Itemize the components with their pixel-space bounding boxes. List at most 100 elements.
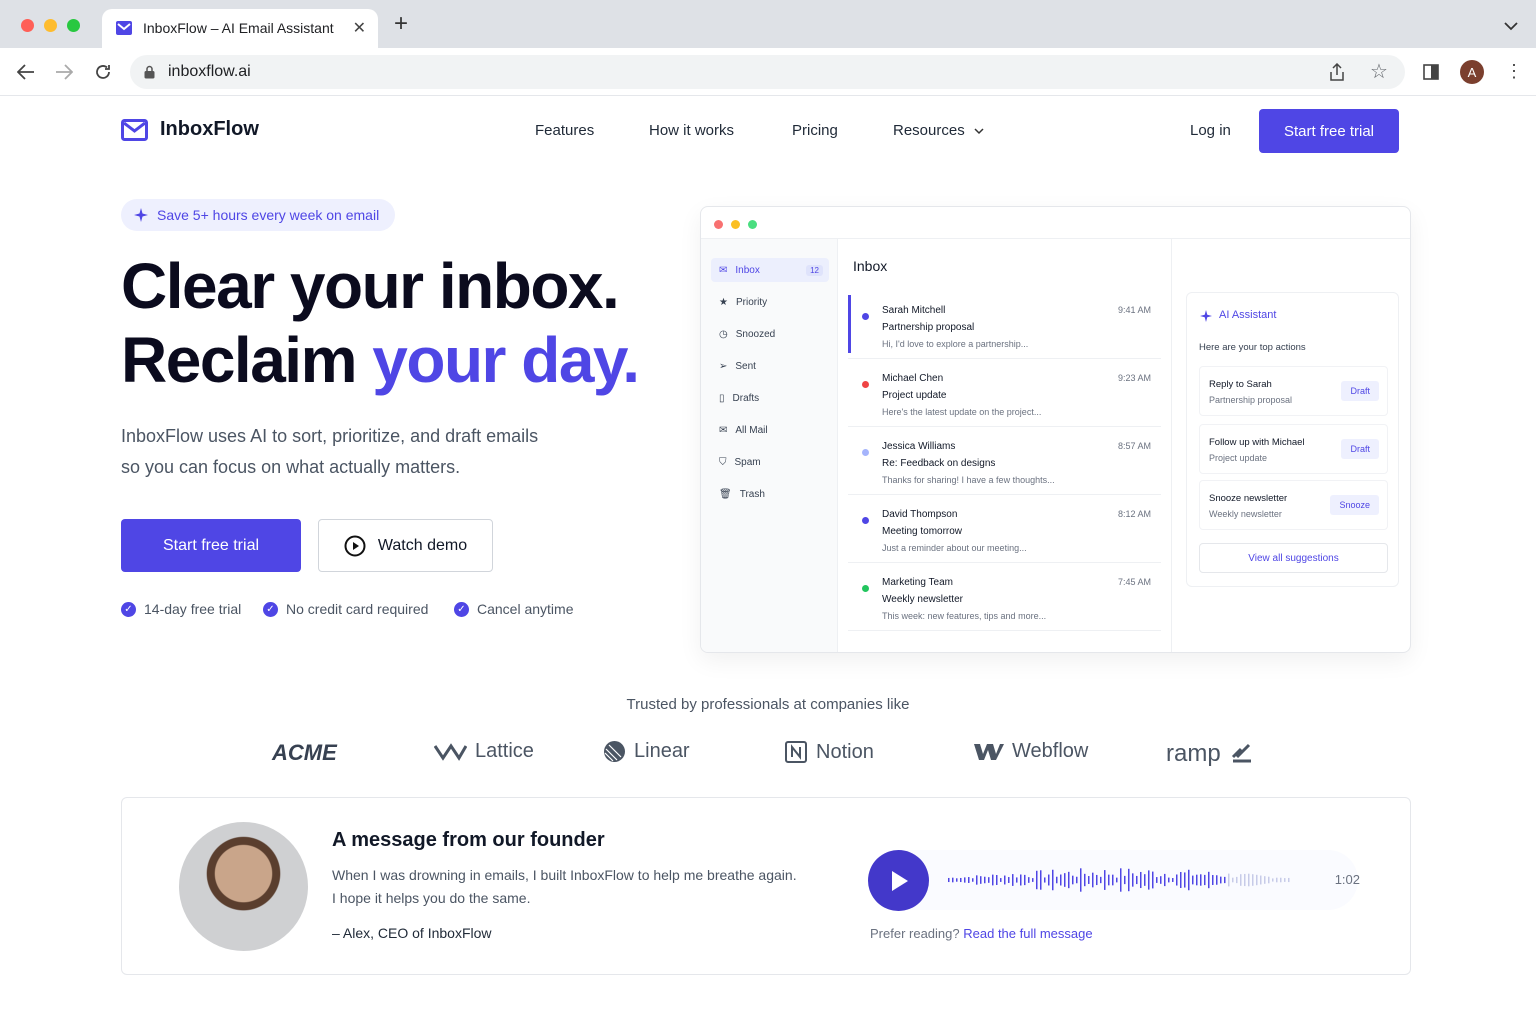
- suggestion-action-button[interactable]: Snooze: [1330, 495, 1379, 515]
- email-row[interactable]: Michael Chen Project update Here's the l…: [848, 361, 1161, 427]
- waveform-bar: [1172, 878, 1174, 882]
- sidebar-item-drafts[interactable]: ▯ Drafts: [711, 386, 829, 410]
- waveform-bar: [1064, 873, 1066, 887]
- bookmark-star-icon[interactable]: ☆: [1370, 62, 1388, 82]
- nav-start-trial-button[interactable]: Start free trial: [1259, 109, 1399, 153]
- read-full-message-link[interactable]: Read the full message: [963, 926, 1092, 941]
- hero-title-line1: Clear your inbox.: [121, 250, 620, 322]
- email-subject: Weekly newsletter: [882, 594, 963, 605]
- sidebar-item-label: Trash: [739, 488, 765, 500]
- profile-avatar[interactable]: A: [1460, 60, 1484, 84]
- maximize-window-button[interactable]: [67, 19, 80, 32]
- founder-card: A message from our founder When I was dr…: [121, 797, 1411, 975]
- audio-waveform[interactable]: [948, 866, 1293, 894]
- waveform-bar: [1280, 877, 1282, 883]
- suggestion-action-button[interactable]: Draft: [1341, 439, 1379, 459]
- prefer-reading: Prefer reading? Read the full message: [870, 926, 1093, 941]
- nav-pricing[interactable]: Pricing: [792, 122, 838, 139]
- watch-demo-button[interactable]: Watch demo: [318, 519, 493, 572]
- sidebar-item-priority[interactable]: ★ Priority: [711, 290, 829, 314]
- chevron-down-icon[interactable]: [974, 128, 984, 135]
- waveform-bar: [1076, 876, 1078, 884]
- sidebar-item-snoozed[interactable]: ◷ Snoozed: [711, 322, 829, 346]
- suggestion-action-button[interactable]: Draft: [1341, 381, 1379, 401]
- new-tab-button[interactable]: +: [394, 12, 408, 36]
- waveform-bar: [968, 877, 970, 883]
- login-link[interactable]: Log in: [1190, 122, 1231, 139]
- hero-subtitle-line1: InboxFlow uses AI to sort, prioritize, a…: [121, 426, 539, 446]
- waveform-bar: [1072, 875, 1074, 885]
- nav-how-it-works[interactable]: How it works: [649, 122, 734, 139]
- hero-start-trial-button[interactable]: Start free trial: [121, 519, 301, 572]
- browser-tab[interactable]: InboxFlow – AI Email Assistant ✕: [102, 9, 378, 48]
- waveform-bar: [1132, 873, 1134, 887]
- view-all-suggestions-button[interactable]: View all suggestions: [1199, 543, 1388, 573]
- minimize-window-button[interactable]: [44, 19, 57, 32]
- check-icon: ✓: [263, 601, 278, 617]
- waveform-bar: [1040, 870, 1042, 890]
- hero-pill: Save 5+ hours every week on email: [121, 199, 395, 231]
- suggestion-card[interactable]: Reply to Sarah Partnership proposal Draf…: [1199, 366, 1388, 416]
- waveform-bar: [1004, 875, 1006, 885]
- waveform-bar: [1044, 877, 1046, 883]
- brand-logo[interactable]: InboxFlow: [121, 118, 259, 141]
- waveform-bar: [1184, 872, 1186, 888]
- forward-icon[interactable]: [55, 64, 73, 80]
- waveform-bar: [964, 877, 966, 883]
- status-dot: [862, 313, 869, 320]
- waveform-bar: [948, 877, 950, 883]
- email-subject: Re: Feedback on designs: [882, 458, 996, 469]
- sidebar-item-spam[interactable]: ⛉ Spam: [711, 450, 829, 474]
- mail-icon: [116, 21, 132, 35]
- waveform-bar: [1236, 876, 1238, 884]
- waveform-bar: [1036, 870, 1038, 890]
- waveform-bar: [1240, 874, 1242, 886]
- check-icon: ✓: [454, 601, 469, 617]
- url-bar[interactable]: inboxflow.ai ☆: [130, 55, 1405, 89]
- play-button[interactable]: [868, 850, 929, 911]
- benefit-text: 14-day free trial: [144, 601, 242, 617]
- email-row[interactable]: David Thompson Meeting tomorrow Just a r…: [848, 497, 1161, 563]
- close-tab-icon[interactable]: ✕: [353, 18, 366, 38]
- waveform-bar: [1200, 874, 1202, 886]
- waveform-bar: [1092, 872, 1094, 888]
- close-window-button[interactable]: [21, 19, 34, 32]
- url-text: inboxflow.ai: [168, 63, 251, 80]
- sidebar-item-inbox[interactable]: ✉ Inbox 12: [711, 258, 829, 282]
- back-icon[interactable]: [17, 64, 35, 80]
- nav-resources[interactable]: Resources: [893, 122, 965, 139]
- email-time: 7:45 AM: [1117, 577, 1151, 587]
- email-row[interactable]: Jessica Williams Re: Feedback on designs…: [848, 429, 1161, 495]
- sidebar-item-trash[interactable]: 🗑 Trash: [711, 482, 829, 506]
- tab-search-icon[interactable]: [1504, 22, 1518, 31]
- share-icon[interactable]: [1329, 63, 1345, 81]
- sidebar-item-label: Sent: [735, 360, 756, 372]
- waveform-bar: [1164, 873, 1166, 887]
- nav-features[interactable]: Features: [535, 122, 594, 139]
- more-menu-icon[interactable]: ⋮: [1505, 62, 1523, 80]
- notion-icon: [785, 741, 807, 763]
- side-panel-icon[interactable]: [1423, 64, 1439, 80]
- waveform-bar: [1032, 878, 1034, 882]
- sidebar-item-all-mail[interactable]: ✉ All Mail: [711, 418, 829, 442]
- waveform-bar: [1140, 871, 1142, 889]
- waveform-bar: [1272, 878, 1274, 882]
- sidebar-item-sent[interactable]: ➢ Sent: [711, 354, 829, 378]
- suggestion-card[interactable]: Follow up with Michael Project update Dr…: [1199, 424, 1388, 474]
- suggestion-card[interactable]: Snooze newsletter Weekly newsletter Snoo…: [1199, 480, 1388, 530]
- linear-wordmark: Linear: [634, 740, 690, 762]
- waveform-bar: [1052, 869, 1054, 891]
- email-row[interactable]: Marketing Team Weekly newsletter This we…: [848, 565, 1161, 631]
- mockup-dot: [748, 220, 757, 229]
- email-subject: Project update: [882, 390, 947, 401]
- email-subject: Meeting tomorrow: [882, 526, 963, 537]
- mail-icon: ✉: [719, 424, 728, 436]
- mockup-sidebar: ✉ Inbox 12 ★ Priority ◷ Snoozed ➢ Sent ▯ Draft…: [701, 239, 838, 652]
- benefit-item: ✓ 14-day free trial: [121, 601, 241, 617]
- webflow-icon: [974, 743, 1004, 760]
- waveform-bar: [1116, 877, 1118, 883]
- reload-icon[interactable]: [94, 63, 112, 81]
- waveform-bar: [1192, 875, 1194, 885]
- waveform-bar: [1060, 874, 1062, 886]
- email-row[interactable]: Sarah Mitchell Partnership proposal Hi, …: [848, 293, 1161, 359]
